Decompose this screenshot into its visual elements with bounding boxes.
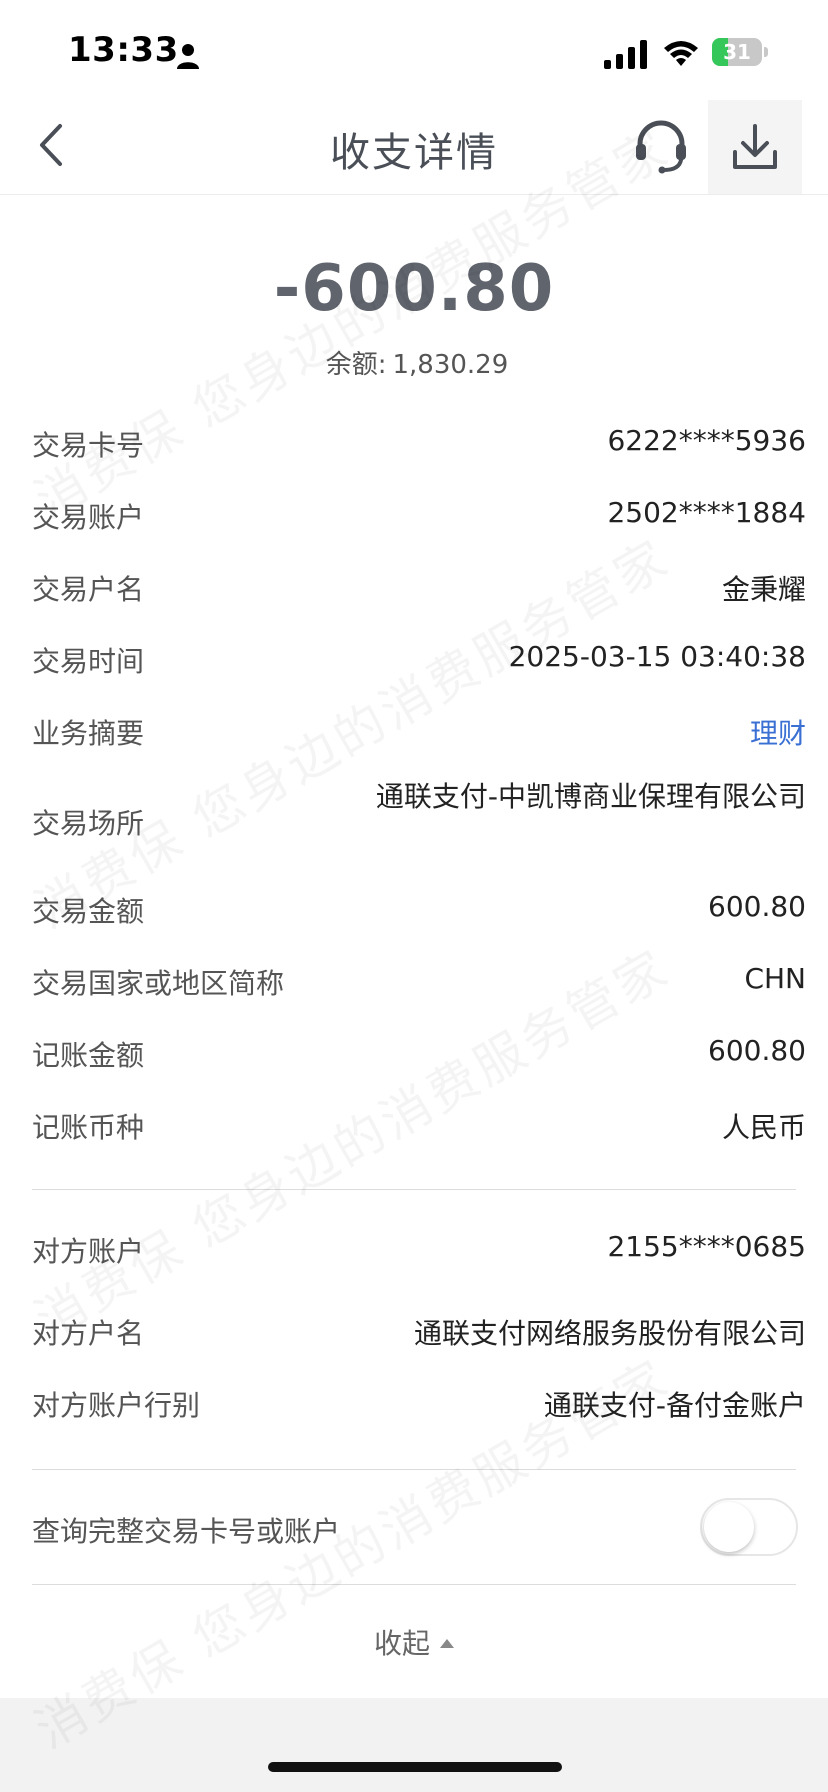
detail-value: CHN xyxy=(744,962,806,995)
cellular-signal-icon xyxy=(604,40,647,69)
battery-percent: 31 xyxy=(723,40,751,64)
detail-label: 交易户名 xyxy=(32,573,145,606)
toggle-knob xyxy=(704,1502,754,1552)
balance: 余额: 1,830.29 xyxy=(0,344,828,381)
detail-label: 交易账户 xyxy=(32,501,145,534)
download-button[interactable] xyxy=(708,100,802,194)
page-title: 收支详情 xyxy=(330,130,498,176)
detail-label: 对方账户行别 xyxy=(32,1389,201,1422)
query-full-toggle[interactable] xyxy=(700,1498,798,1556)
balance-value: 1,830.29 xyxy=(392,350,509,380)
detail-value: 6222****5936 xyxy=(607,424,806,457)
divider xyxy=(32,1584,796,1585)
wifi-icon xyxy=(664,41,698,66)
detail-label: 业务摘要 xyxy=(32,717,145,750)
bottom-area xyxy=(0,1698,828,1792)
detail-value: 2155****0685 xyxy=(607,1230,806,1263)
divider xyxy=(32,1469,796,1470)
detail-value: 人民币 xyxy=(721,1111,806,1144)
detail-label: 对方账户 xyxy=(32,1235,145,1268)
detail-value: 2025-03-15 03:40:38 xyxy=(508,640,806,673)
detail-label: 记账币种 xyxy=(32,1111,145,1144)
transaction-amount: -600.80 xyxy=(273,252,555,326)
detail-row-merchant: 交易场所 通联支付-中凯博商业保理有限公司 xyxy=(32,776,806,866)
status-bar: 13:33 31 xyxy=(0,0,828,100)
caret-up-icon xyxy=(440,1638,454,1648)
battery-icon: 31 xyxy=(712,38,768,68)
download-icon xyxy=(733,124,777,169)
business-summary-link[interactable]: 理财 xyxy=(750,712,806,752)
detail-label: 对方户名 xyxy=(32,1317,145,1350)
home-indicator xyxy=(268,1762,562,1772)
detail-value: 通联支付-备付金账户 xyxy=(543,1389,806,1422)
detail-value: 600.80 xyxy=(708,890,806,923)
person-icon xyxy=(177,44,199,69)
headset-icon[interactable] xyxy=(632,116,690,174)
collapse-button[interactable]: 收起 xyxy=(0,1622,828,1662)
detail-value: 2502****1884 xyxy=(607,496,806,529)
balance-label: 余额: xyxy=(325,350,387,380)
collapse-label: 收起 xyxy=(373,1627,430,1660)
nav-bar: 收支详情 xyxy=(0,100,828,195)
detail-label: 记账金额 xyxy=(32,1039,145,1072)
detail-value: 通联支付网络服务股份有限公司 xyxy=(413,1317,806,1350)
status-time: 13:33 xyxy=(68,30,179,70)
divider xyxy=(32,1189,796,1190)
query-full-label: 查询完整交易卡号或账户 xyxy=(32,1515,341,1548)
detail-label: 交易国家或地区简称 xyxy=(32,967,285,1000)
detail-value: 600.80 xyxy=(708,1034,806,1067)
detail-label: 交易金额 xyxy=(32,895,145,928)
detail-label: 交易卡号 xyxy=(32,429,145,462)
detail-value: 金秉耀 xyxy=(721,573,806,606)
detail-value: 通联支付-中凯博商业保理有限公司 xyxy=(375,780,806,813)
detail-label: 交易场所 xyxy=(32,807,145,840)
detail-label: 交易时间 xyxy=(32,645,145,678)
